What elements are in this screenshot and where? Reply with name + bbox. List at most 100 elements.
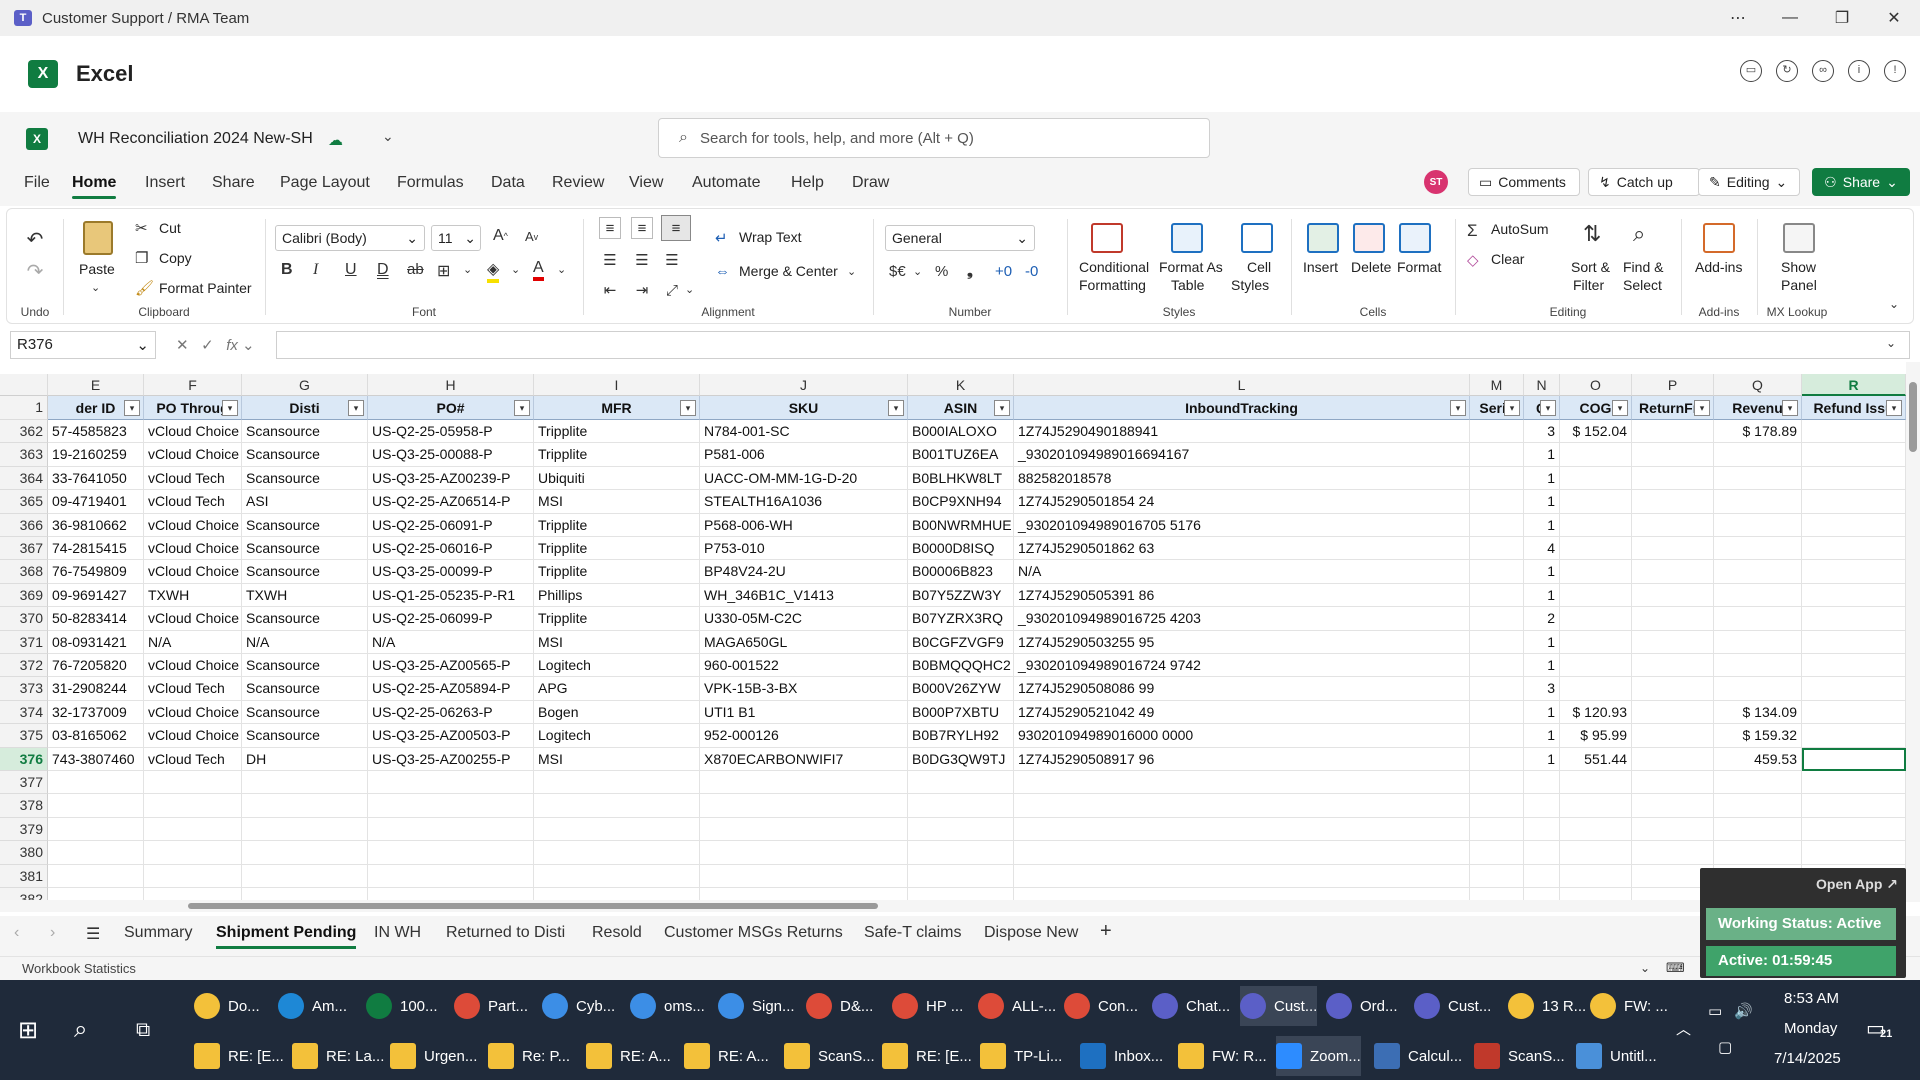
share-button[interactable]: ⚇ Share ⌄ xyxy=(1812,168,1910,196)
table-cell[interactable]: 459.53 xyxy=(1714,747,1802,771)
table-cell[interactable] xyxy=(1560,677,1632,701)
table-cell[interactable] xyxy=(1470,607,1524,631)
table-cell[interactable]: Scansource xyxy=(242,677,368,701)
table-cell[interactable] xyxy=(1470,724,1524,748)
shield-icon[interactable]: ! xyxy=(1884,60,1906,82)
table-cell[interactable]: B0BMQQQHC2 xyxy=(908,654,1014,678)
taskbar-app-button[interactable]: D&... xyxy=(806,986,873,1026)
percent-icon[interactable]: % xyxy=(935,263,948,280)
taskbar-app-button[interactable]: Sign... xyxy=(718,986,795,1026)
table-header-cell[interactable]: Q▾ xyxy=(1524,396,1560,420)
table-cell[interactable] xyxy=(1632,841,1714,865)
row-header[interactable]: 374 xyxy=(0,700,48,725)
editing-mode-button[interactable]: ✎ Editing ⌄ xyxy=(1698,168,1800,196)
row-header[interactable]: 369 xyxy=(0,583,48,608)
row-header[interactable]: 365 xyxy=(0,490,48,514)
table-cell[interactable] xyxy=(1470,537,1524,561)
clock-time[interactable]: 8:53 AM xyxy=(1784,990,1839,1007)
table-cell[interactable] xyxy=(1560,537,1632,561)
table-cell[interactable] xyxy=(1470,630,1524,654)
table-cell[interactable]: 952-000126 xyxy=(700,724,908,748)
table-cell[interactable] xyxy=(368,794,534,818)
table-cell[interactable] xyxy=(534,794,700,818)
table-cell[interactable]: Tripplite xyxy=(534,443,700,467)
table-cell[interactable] xyxy=(1014,794,1470,818)
table-cell[interactable]: vCloud Tech xyxy=(144,466,242,491)
tab-insert[interactable]: Insert xyxy=(145,174,185,192)
format-painter-button[interactable]: Format Painter xyxy=(159,280,252,296)
table-cell[interactable]: US-Q2-25-06091-P xyxy=(368,513,534,537)
table-cell[interactable]: Scansource xyxy=(242,513,368,537)
table-cell[interactable] xyxy=(1632,724,1714,748)
show-panel-icon[interactable] xyxy=(1783,223,1815,253)
table-cell[interactable]: 960-001522 xyxy=(700,654,908,678)
name-box[interactable]: R376 ⌄ xyxy=(10,331,156,359)
table-cell[interactable] xyxy=(1560,817,1632,842)
table-cell[interactable]: US-Q1-25-05235-P-R1 xyxy=(368,583,534,608)
table-cell[interactable]: 36-9810662 xyxy=(48,513,144,537)
table-cell[interactable]: B0CGFZVGF9 xyxy=(908,630,1014,654)
volume-icon[interactable]: 🔊 xyxy=(1734,1002,1753,1020)
table-cell[interactable]: Scansource xyxy=(242,443,368,467)
table-cell[interactable]: MSI xyxy=(534,747,700,771)
table-cell[interactable]: 1 xyxy=(1524,583,1560,608)
table-cell[interactable] xyxy=(1470,583,1524,608)
table-cell[interactable]: 08-0931421 xyxy=(48,630,144,654)
cell-styles-label-2[interactable]: Styles xyxy=(1231,277,1269,293)
table-cell[interactable] xyxy=(1632,560,1714,584)
table-cell[interactable]: Scansource xyxy=(242,700,368,725)
table-cell[interactable] xyxy=(48,864,144,888)
info-icon[interactable]: i xyxy=(1848,60,1870,82)
table-cell[interactable] xyxy=(1560,771,1632,795)
table-cell[interactable] xyxy=(144,888,242,900)
chevron-down-icon[interactable]: ⌄ xyxy=(511,263,520,276)
increase-indent-icon[interactable]: ⇥ xyxy=(631,279,653,301)
insert-cells-button[interactable]: Insert xyxy=(1303,259,1338,275)
table-cell[interactable]: Tripplite xyxy=(534,420,700,444)
table-cell[interactable] xyxy=(534,888,700,900)
format-as-table-label-2[interactable]: Table xyxy=(1171,277,1204,293)
column-header-o[interactable]: O xyxy=(1560,374,1632,396)
table-cell[interactable] xyxy=(1802,677,1906,701)
table-cell[interactable] xyxy=(1802,443,1906,467)
taskbar-app-button[interactable]: FW: R... xyxy=(1178,1036,1267,1076)
row-header[interactable]: 377 xyxy=(0,771,48,795)
row-header[interactable]: 367 xyxy=(0,537,48,561)
show-panel-label-1[interactable]: Show xyxy=(1781,259,1816,275)
chat-icon[interactable]: ▭ xyxy=(1740,60,1762,82)
table-header-cell[interactable]: Revenu ▾ xyxy=(1714,396,1802,420)
table-cell[interactable]: Phillips xyxy=(534,583,700,608)
taskbar-app-button[interactable]: Ord... xyxy=(1326,986,1398,1026)
table-cell[interactable] xyxy=(1470,466,1524,491)
table-cell[interactable] xyxy=(1714,537,1802,561)
taskbar-app-button[interactable]: ALL-... xyxy=(978,986,1056,1026)
vertical-scrollbar[interactable] xyxy=(1906,362,1920,902)
table-cell[interactable] xyxy=(1560,560,1632,584)
table-cell[interactable] xyxy=(1470,560,1524,584)
table-cell[interactable] xyxy=(1632,607,1714,631)
table-cell[interactable]: MSI xyxy=(534,490,700,514)
table-cell[interactable] xyxy=(534,771,700,795)
task-view-icon[interactable]: ⧉ xyxy=(136,1010,150,1050)
table-cell[interactable] xyxy=(368,771,534,795)
tab-view[interactable]: View xyxy=(629,174,663,192)
table-cell[interactable] xyxy=(1560,654,1632,678)
clear-button[interactable]: Clear xyxy=(1491,251,1524,267)
taskbar-app-button[interactable]: RE: La... xyxy=(292,1036,384,1076)
table-cell[interactable] xyxy=(1632,583,1714,608)
taskbar-app-button[interactable]: Cyb... xyxy=(542,986,615,1026)
table-cell[interactable] xyxy=(700,888,908,900)
table-cell[interactable] xyxy=(1714,654,1802,678)
table-cell[interactable]: Tripplite xyxy=(534,607,700,631)
find-select-label-2[interactable]: Select xyxy=(1623,277,1662,293)
table-cell[interactable]: 1 xyxy=(1524,654,1560,678)
cell-styles-icon[interactable] xyxy=(1241,223,1273,253)
table-header-cell[interactable]: PO# ▾ xyxy=(368,396,534,420)
prev-sheet-icon[interactable]: ‹ xyxy=(14,924,19,942)
table-cell[interactable]: Ubiquiti xyxy=(534,466,700,491)
taskbar-app-button[interactable]: RE: A... xyxy=(684,1036,769,1076)
table-cell[interactable] xyxy=(242,794,368,818)
vertical-scrollbar-thumb[interactable] xyxy=(1909,382,1917,452)
table-cell[interactable] xyxy=(1632,794,1714,818)
table-cell[interactable]: B0B7RYLH92 xyxy=(908,724,1014,748)
